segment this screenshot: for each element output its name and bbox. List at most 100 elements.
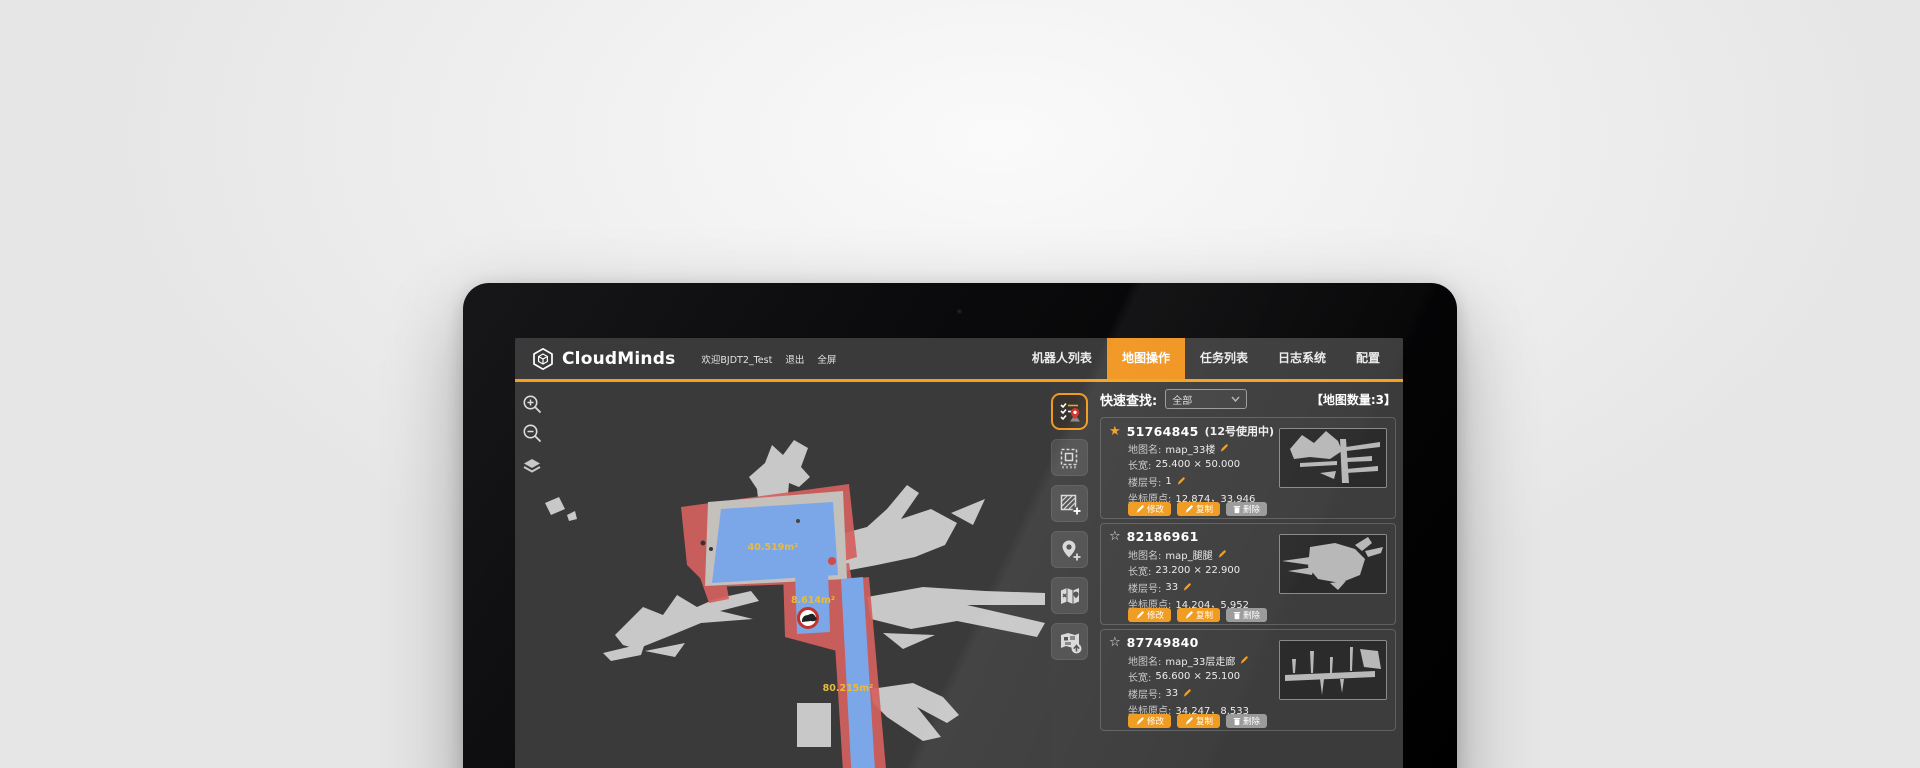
page-background: CloudMinds 欢迎BJDT2_Test 退出 全屏 机器人列表地图操作任…	[0, 0, 1920, 768]
edit-pencil-icon[interactable]	[1219, 443, 1229, 453]
trash-icon	[1233, 505, 1241, 514]
robot-marker[interactable]	[799, 609, 818, 628]
card-header: ☆ 82186961	[1109, 529, 1205, 544]
field-row: 地图名:map_33层走廊	[1128, 652, 1249, 669]
field-row: 长宽:25.400 × 50.000	[1128, 457, 1255, 474]
field-label: 地图名:	[1128, 547, 1161, 562]
field-row: 长宽:56.600 × 25.100	[1128, 669, 1249, 686]
nav-tab-3[interactable]: 日志系统	[1263, 338, 1341, 379]
map-status: (12号使用中)	[1205, 423, 1274, 439]
poi-dot	[828, 557, 836, 565]
add-poi-button[interactable]	[1051, 531, 1088, 568]
field-value: 23.200 × 22.900	[1155, 565, 1240, 576]
cloudminds-logo-icon	[531, 347, 555, 371]
field-value: map_33层走廊	[1165, 653, 1235, 668]
add-region-button[interactable]	[1051, 485, 1088, 522]
delete-button[interactable]: 删除	[1226, 608, 1267, 622]
logout-link[interactable]: 退出	[785, 352, 804, 366]
upload-map-button[interactable]	[1051, 623, 1088, 660]
map-fields: 地图名:map_33楼长宽:25.400 × 50.000楼层号:1坐标原点:1…	[1128, 440, 1255, 506]
quick-find-label: 快速查找:	[1100, 390, 1157, 409]
field-row: 长宽:23.200 × 22.900	[1128, 563, 1249, 580]
edit-pencil-icon[interactable]	[1135, 504, 1145, 514]
fullscreen-link[interactable]: 全屏	[817, 352, 836, 366]
map-count: 【地图数量:3】	[1311, 391, 1396, 408]
field-row: 地图名: map_33楼	[1128, 440, 1255, 457]
copy-button[interactable]: 复制	[1177, 502, 1220, 516]
quick-find-row: 快速查找: 全部 【地图数量:3】	[1100, 385, 1396, 413]
map-zoom-tools	[520, 392, 544, 478]
nav-tab-4[interactable]: 配置	[1341, 338, 1395, 379]
area-label: 8.614m²	[791, 595, 835, 606]
map-thumbnail-image	[1280, 429, 1386, 487]
field-row: 地图名:map_腿腿	[1128, 546, 1249, 563]
map-card: ☆ 87749840 地图名:map_33层走廊长宽:56.600 × 25.1…	[1100, 629, 1396, 731]
copy-button[interactable]: 复制	[1177, 714, 1220, 728]
favorite-star-icon[interactable]: ☆	[1109, 636, 1121, 649]
field-value: 56.600 × 25.100	[1155, 671, 1240, 682]
app-screen: CloudMinds 欢迎BJDT2_Test 退出 全屏 机器人列表地图操作任…	[515, 338, 1403, 768]
edit-pencil-icon[interactable]	[1182, 582, 1192, 592]
field-value: 33	[1165, 688, 1178, 699]
welcome-text: 欢迎BJDT2_Test	[701, 352, 772, 366]
layers-button[interactable]	[520, 454, 544, 478]
card-header: ★ 51764845 (12号使用中)	[1109, 423, 1274, 439]
map-dot	[701, 541, 706, 546]
trash-icon	[1233, 717, 1241, 726]
card-actions: 修改复制删除	[1128, 608, 1267, 622]
laptop-frame: CloudMinds 欢迎BJDT2_Test 退出 全屏 机器人列表地图操作任…	[463, 283, 1457, 768]
area-label: 40.519m²	[748, 542, 799, 553]
map-canvas[interactable]: 40.519m² 8.614m² 80.215m²	[515, 385, 1050, 768]
edit-pencil-icon[interactable]	[1184, 716, 1194, 726]
zoom-out-button[interactable]	[520, 421, 544, 445]
nav-tab-2[interactable]: 任务列表	[1185, 338, 1263, 379]
field-row: 楼层号:33	[1128, 579, 1249, 596]
quick-find-select[interactable]: 全部	[1165, 389, 1247, 409]
edit-pencil-icon[interactable]	[1176, 476, 1186, 486]
delete-button[interactable]: 删除	[1226, 714, 1267, 728]
delete-button[interactable]: 删除	[1226, 502, 1267, 516]
favorite-star-icon[interactable]: ☆	[1109, 530, 1121, 543]
edit-pencil-icon[interactable]	[1135, 610, 1145, 620]
map-card-list: ★ 51764845 (12号使用中) 地图名: map_33楼长宽:25.400…	[1100, 417, 1396, 731]
area-label: 80.215m²	[823, 683, 874, 694]
modify-button[interactable]: 修改	[1128, 608, 1171, 622]
map-card: ☆ 82186961 地图名:map_腿腿长宽:23.200 × 22.900楼…	[1100, 523, 1396, 625]
quick-find-value: 全部	[1172, 392, 1231, 407]
nav-tab-1[interactable]: 地图操作	[1107, 338, 1185, 379]
map-id: 82186961	[1127, 529, 1199, 544]
copy-button[interactable]: 复制	[1177, 608, 1220, 622]
poi-checklist-button[interactable]	[1051, 393, 1088, 430]
field-label: 楼层号:	[1128, 686, 1161, 701]
map-list-panel: 快速查找: 全部 【地图数量:3】 ★ 51764845 (12号使用中) 地图…	[1100, 385, 1396, 768]
nav-tab-0[interactable]: 机器人列表	[1017, 338, 1107, 379]
edit-pencil-icon[interactable]	[1184, 504, 1194, 514]
map-id: 87749840	[1127, 635, 1199, 650]
map-card: ★ 51764845 (12号使用中) 地图名: map_33楼长宽:25.400…	[1100, 417, 1396, 519]
chevron-down-icon	[1231, 396, 1240, 402]
brand-name: CloudMinds	[562, 349, 675, 369]
edit-pencil-icon[interactable]	[1135, 716, 1145, 726]
edit-pencil-icon[interactable]	[1182, 688, 1192, 698]
welcome-area: 欢迎BJDT2_Test 退出 全屏	[701, 352, 836, 366]
field-value: 25.400 × 50.000	[1155, 459, 1240, 470]
map-marker-button[interactable]	[1051, 577, 1088, 614]
field-value: 33	[1165, 582, 1178, 593]
field-value: 1	[1165, 476, 1171, 487]
card-actions: 修改复制删除	[1128, 714, 1267, 728]
field-label: 楼层号:	[1128, 474, 1161, 489]
select-area-button[interactable]	[1051, 439, 1088, 476]
field-value: map_33楼	[1165, 441, 1215, 456]
modify-button[interactable]: 修改	[1128, 502, 1171, 516]
edit-pencil-icon[interactable]	[1239, 655, 1249, 665]
field-label: 地图名:	[1128, 441, 1161, 456]
zoom-in-button[interactable]	[520, 392, 544, 416]
map-thumbnail	[1279, 428, 1387, 488]
modify-button[interactable]: 修改	[1128, 714, 1171, 728]
map-dot	[796, 519, 800, 523]
trash-icon	[1233, 611, 1241, 620]
edit-pencil-icon[interactable]	[1217, 549, 1227, 559]
edit-pencil-icon[interactable]	[1184, 610, 1194, 620]
map-thumbnail	[1279, 640, 1387, 700]
favorite-star-icon[interactable]: ★	[1109, 425, 1121, 438]
